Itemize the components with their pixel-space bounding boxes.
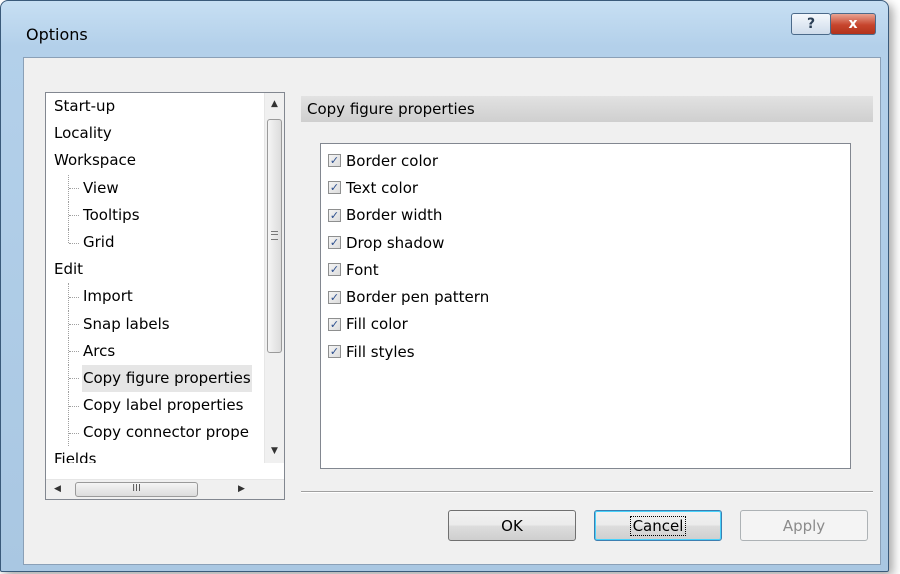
checkmark-icon: ✓ [329, 290, 340, 304]
checkbox-row[interactable]: ✓ Border color [321, 147, 850, 174]
horizontal-scroll-thumb[interactable]: III [75, 482, 198, 497]
close-icon: x [848, 16, 858, 32]
checkmark-icon: ✓ [329, 263, 340, 277]
tree-item-label: Arcs [83, 341, 116, 360]
checkbox[interactable]: ✓ [328, 317, 341, 331]
checkbox-label: Font [346, 260, 379, 279]
tree-horizontal-scrollbar[interactable]: ◀ III ▶ [46, 479, 284, 499]
tree-item-label: View [83, 178, 119, 197]
tree-item-label: Fields [54, 450, 97, 463]
checkmark-icon: ✓ [329, 345, 340, 359]
checkbox-label: Text color [346, 178, 419, 197]
tree-item-label: Import [83, 287, 133, 306]
scroll-left-icon[interactable]: ◀ [48, 481, 67, 498]
checkmark-icon: ✓ [329, 208, 340, 222]
tree-list: Start-up Locality Workspace View Tooltips Gri… [46, 93, 258, 463]
apply-button[interactable]: Apply [740, 510, 868, 541]
scroll-down-icon[interactable]: ▼ [265, 443, 284, 460]
options-tree[interactable]: Start-up Locality Workspace View Tooltips Gri… [45, 92, 285, 500]
ok-button-label: OK [501, 516, 523, 535]
tree-item-label: Copy label properties [83, 396, 244, 415]
ok-button[interactable]: OK [448, 510, 576, 541]
checkbox-label: Fill styles [346, 342, 415, 361]
help-button[interactable]: ? [791, 13, 831, 35]
checkbox-row[interactable]: ✓ Fill styles [321, 338, 850, 365]
checkbox-row[interactable]: ✓ Fill color [321, 311, 850, 338]
tree-item[interactable]: Snap labels [46, 310, 258, 338]
checkmark-icon: ✓ [329, 181, 340, 195]
checkbox-row[interactable]: ✓ Border width [321, 202, 850, 229]
checkbox[interactable]: ✓ [328, 236, 341, 250]
tree-item-label: Start-up [54, 97, 116, 115]
close-button[interactable]: x [830, 13, 876, 35]
checkbox-label: Drop shadow [346, 233, 445, 252]
tree-item[interactable]: Grid [46, 228, 258, 256]
tree-item-label: Copy connector prope [83, 423, 250, 442]
tree-item-label: Copy figure properties [82, 364, 252, 393]
scroll-right-icon[interactable]: ▶ [232, 481, 251, 498]
tree-item[interactable]: Edit [46, 256, 258, 283]
title-bar[interactable]: Options ? x [1, 1, 888, 57]
tree-item[interactable]: Copy label properties [46, 392, 258, 420]
tree-item-label: Grid [83, 232, 115, 251]
tree-item-label: Edit [54, 260, 84, 279]
tree-item[interactable]: Tooltips [46, 201, 258, 230]
cancel-button[interactable]: Cancel [594, 510, 722, 541]
checkmark-icon: ✓ [329, 154, 340, 168]
tree-item-label: Tooltips [83, 205, 140, 224]
checkbox-row[interactable]: ✓ Drop shadow [321, 229, 850, 256]
grip-icon [271, 231, 278, 240]
checkbox[interactable]: ✓ [328, 263, 341, 277]
apply-button-label: Apply [782, 516, 826, 535]
checkbox[interactable]: ✓ [328, 181, 341, 195]
tree-item[interactable]: Fields [46, 446, 258, 463]
checkbox[interactable]: ✓ [328, 208, 341, 222]
tree-item-label: Locality [54, 124, 112, 143]
tree-item-label: Workspace [54, 151, 136, 170]
checkbox-row[interactable]: ✓ Border pen pattern [321, 283, 850, 310]
window-title: Options [26, 25, 88, 44]
tree-item-label: Snap labels [83, 314, 170, 333]
scrollbar-corner [265, 480, 284, 499]
tree-item[interactable]: Start-up [46, 93, 258, 120]
help-icon: ? [806, 16, 816, 32]
checkbox-label: Border pen pattern [346, 288, 490, 307]
options-dialog: Options ? x Start-up Locality Workspace Vie… [0, 0, 889, 572]
tree-vertical-scrollbar[interactable]: ▲ ▼ [264, 93, 284, 463]
checkbox[interactable]: ✓ [328, 290, 341, 304]
cancel-button-label: Cancel [629, 515, 687, 536]
tree-item[interactable]: View [46, 174, 258, 202]
property-checklist: ✓ Border color ✓ Text color ✓ Border width ✓ Dr… [320, 143, 851, 469]
divider [301, 491, 873, 493]
panel-header: Copy figure properties [301, 96, 873, 122]
vertical-scroll-thumb[interactable] [267, 119, 282, 353]
tree-item[interactable]: Copy figure properties [46, 364, 258, 393]
checkbox[interactable]: ✓ [328, 345, 341, 359]
tree-item[interactable]: Import [46, 283, 258, 311]
checkbox-row[interactable]: ✓ Font [321, 256, 850, 283]
tree-item[interactable]: Arcs [46, 337, 258, 366]
tree-item[interactable]: Copy connector prope [46, 419, 258, 447]
checkbox-row[interactable]: ✓ Text color [321, 174, 850, 201]
checkbox[interactable]: ✓ [328, 154, 341, 168]
scroll-up-icon[interactable]: ▲ [265, 96, 284, 113]
tree-item[interactable]: Workspace [46, 147, 258, 174]
checkmark-icon: ✓ [329, 236, 340, 250]
dialog-client-area: Start-up Locality Workspace View Tooltips Gri… [23, 57, 881, 565]
checkbox-label: Border color [346, 151, 438, 170]
checkmark-icon: ✓ [329, 317, 340, 331]
checkbox-label: Border width [346, 206, 443, 225]
tree-item[interactable]: Locality [46, 120, 258, 147]
checkbox-label: Fill color [346, 315, 408, 334]
